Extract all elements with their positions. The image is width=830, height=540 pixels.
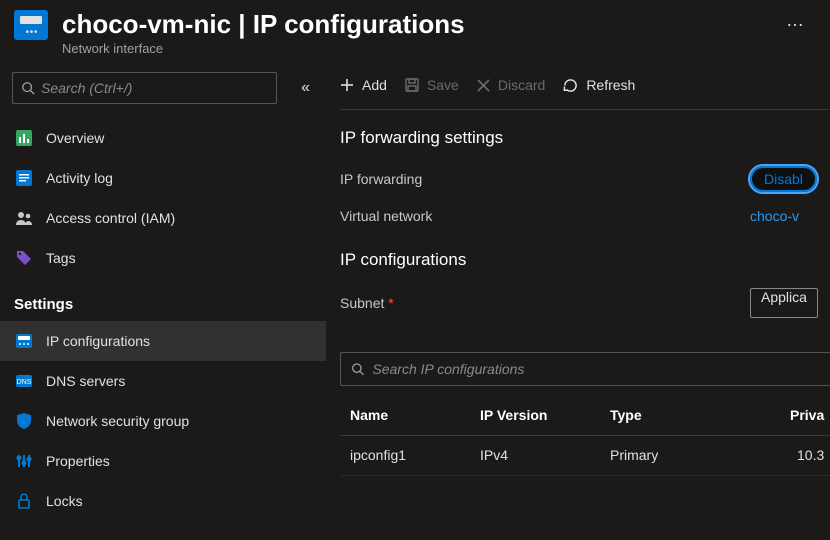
sidebar-item-label: DNS servers	[46, 373, 125, 389]
cell-name: ipconfig1	[350, 447, 480, 463]
sidebar-item-properties[interactable]: Properties	[0, 441, 326, 481]
cell-private-ip: 10.3	[790, 447, 828, 463]
sidebar-item-label: Network security group	[46, 413, 189, 429]
resource-type-label: Network interface	[62, 41, 776, 56]
page-title: choco-vm-nic | IP configurations	[62, 10, 776, 39]
resource-icon	[14, 10, 48, 40]
save-icon	[405, 78, 419, 92]
table-row[interactable]: ipconfig1 IPv4 Primary 10.3	[340, 436, 830, 476]
sidebar-item-label: Activity log	[46, 170, 113, 186]
sidebar-search[interactable]	[12, 72, 277, 104]
plus-icon	[340, 78, 354, 92]
sidebar-item-label: Tags	[46, 250, 76, 266]
main-pane: Add Save Discard Refresh IP forwarding s…	[326, 62, 830, 540]
ipconfig-search[interactable]	[340, 352, 830, 386]
lock-icon	[17, 493, 31, 509]
refresh-label: Refresh	[586, 77, 635, 93]
ip-forwarding-label: IP forwarding	[340, 171, 740, 187]
header-titles: choco-vm-nic | IP configurations Network…	[62, 10, 776, 56]
ipconfig-table: Name IP Version Type Priva ipconfig1 IPv…	[340, 396, 830, 476]
sidebar-item-dns-servers[interactable]: DNS DNS servers	[0, 361, 326, 401]
virtual-network-label: Virtual network	[340, 208, 740, 224]
collapse-sidebar-button[interactable]: «	[297, 75, 314, 101]
ip-forwarding-toggle[interactable]: Disabl	[750, 166, 817, 192]
add-label: Add	[362, 77, 387, 93]
ipconfig-search-input[interactable]	[372, 361, 827, 377]
search-icon	[351, 362, 364, 376]
sidebar-item-ip-configurations[interactable]: IP configurations	[0, 321, 326, 361]
more-actions-button[interactable]: …	[776, 10, 816, 31]
overview-icon	[16, 130, 32, 146]
required-asterisk: *	[388, 295, 393, 311]
sidebar-item-label: Properties	[46, 453, 110, 469]
sidebar-item-label: IP configurations	[46, 333, 150, 349]
tag-icon	[16, 250, 32, 266]
sidebar-item-label: Locks	[46, 493, 83, 509]
save-button[interactable]: Save	[405, 77, 459, 93]
virtual-network-link[interactable]: choco-v	[750, 208, 799, 224]
col-private-ip[interactable]: Priva	[790, 407, 828, 423]
discard-button[interactable]: Discard	[477, 77, 545, 93]
people-icon	[15, 210, 33, 226]
col-name[interactable]: Name	[350, 407, 480, 423]
svg-text:DNS: DNS	[17, 379, 32, 386]
sidebar-item-network-security-group[interactable]: Network security group	[0, 401, 326, 441]
refresh-button[interactable]: Refresh	[563, 77, 635, 93]
col-type[interactable]: Type	[610, 407, 790, 423]
close-icon	[477, 79, 490, 92]
ipconfig-heading: IP configurations	[340, 232, 830, 280]
dns-icon: DNS	[16, 375, 32, 387]
sidebar-item-activity-log[interactable]: Activity log	[0, 158, 326, 198]
page-header: choco-vm-nic | IP configurations Network…	[0, 0, 830, 62]
subnet-label-text: Subnet	[340, 295, 384, 311]
sidebar-search-input[interactable]	[41, 80, 268, 96]
ipconfig-icon	[16, 334, 32, 348]
subnet-label: Subnet *	[340, 295, 740, 311]
cell-type: Primary	[610, 447, 790, 463]
sidebar-item-access-control[interactable]: Access control (IAM)	[0, 198, 326, 238]
sidebar: « Overview Activity log Access control (…	[0, 62, 326, 540]
sidebar-item-label: Access control (IAM)	[46, 210, 175, 226]
search-icon	[21, 81, 35, 95]
cell-ip-version: IPv4	[480, 447, 610, 463]
add-button[interactable]: Add	[340, 77, 387, 93]
sidebar-section-settings: Settings	[0, 278, 326, 321]
discard-label: Discard	[498, 77, 545, 93]
sidebar-item-locks[interactable]: Locks	[0, 481, 326, 521]
refresh-icon	[563, 78, 578, 93]
subnet-dropdown[interactable]: Applica	[750, 288, 818, 318]
sidebar-item-label: Overview	[46, 130, 104, 146]
forwarding-heading: IP forwarding settings	[340, 110, 830, 158]
log-icon	[16, 170, 32, 186]
properties-icon	[16, 453, 32, 469]
table-header: Name IP Version Type Priva	[340, 396, 830, 436]
sidebar-item-overview[interactable]: Overview	[0, 118, 326, 158]
col-ip-version[interactable]: IP Version	[480, 407, 610, 423]
command-bar: Add Save Discard Refresh	[340, 62, 830, 110]
save-label: Save	[427, 77, 459, 93]
sidebar-item-tags[interactable]: Tags	[0, 238, 326, 278]
shield-icon	[17, 413, 31, 429]
